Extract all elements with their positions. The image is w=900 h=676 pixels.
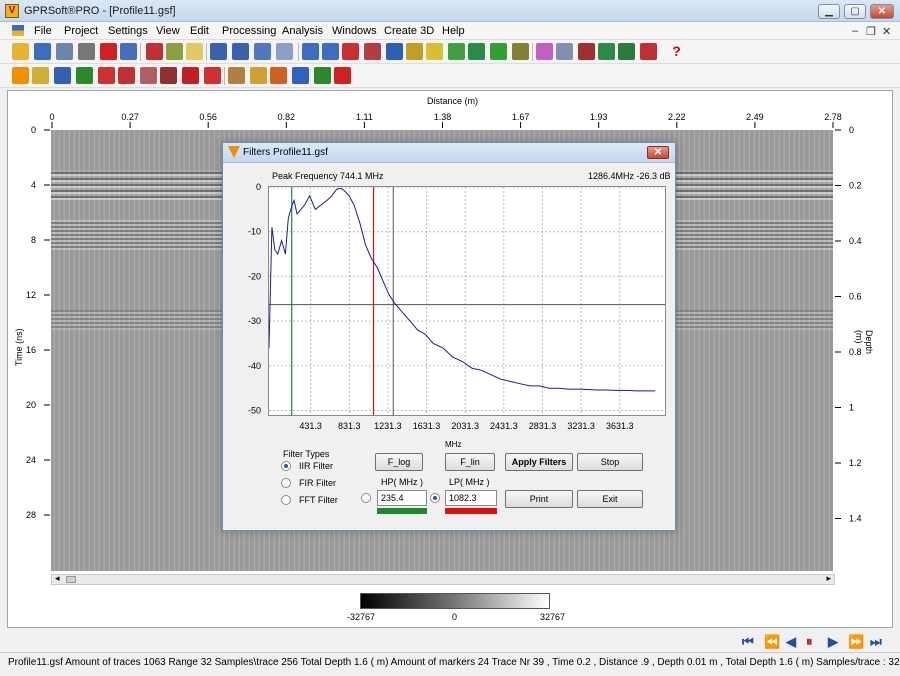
right-axis-tick-label: 0 [849, 125, 854, 135]
spectrum-axes: 0 -10 -20 -30 -40 -50 431.3 831.3 1231.3 1631.3 20… [248, 182, 634, 431]
y-tick-label: -40 [248, 361, 261, 371]
left-axis-tick-label: 16 [26, 345, 36, 355]
status-bar: Profile11.gsf Amount of traces 1063 Rang… [0, 652, 900, 676]
top-axis-tick-label: 0.56 [199, 112, 217, 122]
apply-filters-button[interactable]: Apply Filters [505, 453, 573, 471]
left-axis-tick-label: 24 [26, 455, 36, 465]
x-tick-label: 1231.3 [374, 421, 402, 431]
top-axis-tick-label: 0.27 [121, 112, 139, 122]
left-axis-tick-label: 20 [26, 400, 36, 410]
x-tick-label: 3631.3 [606, 421, 634, 431]
exit-button[interactable]: Exit [577, 490, 643, 508]
x-tick-label: 1631.3 [413, 421, 441, 431]
x-tick-label: 431.3 [299, 421, 322, 431]
x-tick-label: 2831.3 [529, 421, 557, 431]
horizontal-scrollbar[interactable]: ◂ ▸ [51, 573, 835, 585]
lp-color-bar [445, 508, 497, 514]
top-axis-tick-label: 2.49 [746, 112, 764, 122]
colorbar-min: -32767 [347, 612, 376, 622]
right-axis-tick-label: 0.2 [849, 181, 862, 191]
print-button[interactable]: Print [505, 490, 573, 508]
right-axis-tick-label: 1.4 [849, 514, 862, 524]
y-tick-label: -50 [248, 406, 261, 416]
x-tick-label: 2431.3 [490, 421, 518, 431]
top-axis-tick-label: 1.11 [356, 112, 373, 122]
right-axis-tick-label: 1 [849, 403, 854, 413]
y-tick-label: -10 [248, 227, 261, 237]
y-tick-label: -30 [248, 316, 261, 326]
right-axis-tick-label: 0.4 [849, 236, 862, 246]
top-axis-tick-label: 0 [49, 112, 54, 122]
left-axis-tick-label: 8 [31, 235, 36, 245]
first-trace-icon[interactable]: ⏮ [742, 634, 754, 650]
x-axis-unit: MHz [445, 440, 462, 449]
left-axis-tick-label: 4 [31, 180, 36, 190]
stop-button[interactable]: Stop [577, 453, 643, 471]
step-back-icon[interactable]: ◀ [786, 634, 796, 650]
scroll-thumb[interactable] [66, 576, 76, 583]
top-axis-tick-label: 0.82 [278, 112, 296, 122]
lp-value-field[interactable]: 1082.3 [445, 490, 497, 506]
left-axis-tick-label: 12 [26, 290, 36, 300]
top-axis-tick-label: 1.38 [434, 112, 452, 122]
right-axis-tick-label: 1.2 [849, 458, 862, 468]
left-axis-tick-label: 28 [26, 510, 36, 520]
f-log-button[interactable]: F_log [375, 453, 423, 471]
lp-label: LP( MHz ) [449, 477, 490, 487]
right-axis-tick-label: 0.8 [849, 347, 862, 357]
right-axis-tick-label: 0.6 [849, 292, 862, 302]
fft-filter-label: FFT Filter [299, 495, 338, 505]
colorbar-mid: 0 [452, 612, 458, 622]
top-axis-tick-label: 1.67 [512, 112, 530, 122]
hp-radio[interactable] [361, 493, 371, 503]
fast-back-icon[interactable]: ⏪ [764, 634, 780, 650]
hp-value-field[interactable]: 235.4 [377, 490, 427, 506]
play-icon[interactable]: ▶ [828, 634, 838, 650]
y-tick-label: -20 [248, 271, 261, 281]
colorbar-max: 32767 [540, 612, 566, 622]
scroll-left-icon[interactable]: ◂ [55, 573, 60, 584]
top-axis-tick-label: 2.78 [824, 112, 842, 122]
filter-types-label: Filter Types [283, 449, 330, 459]
amplitude-colorbar [360, 593, 550, 609]
scroll-right-icon[interactable]: ▸ [826, 573, 831, 584]
hp-color-bar [377, 508, 427, 514]
top-axis-tick-label: 1.93 [590, 112, 608, 122]
fft-filter-radio[interactable] [281, 495, 291, 505]
fir-filter-radio[interactable] [281, 478, 291, 488]
f-lin-button[interactable]: F_lin [445, 453, 495, 471]
hp-label: HP( MHz ) [381, 477, 423, 487]
x-tick-label: 2031.3 [451, 421, 479, 431]
fir-filter-label: FIR Filter [299, 478, 336, 488]
x-tick-label: 831.3 [338, 421, 361, 431]
iir-filter-label: IIR Filter [299, 461, 334, 471]
filters-dialog: Filters Profile11.gsf ✕ Peak Frequency 7… [222, 142, 676, 531]
left-axis-tick-label: 0 [31, 125, 36, 135]
x-tick-label: 3231.3 [567, 421, 595, 431]
pause-icon[interactable]: ⏸ [806, 634, 813, 650]
top-axis-tick-label: 2.22 [668, 112, 686, 122]
lp-radio[interactable] [430, 493, 440, 503]
fast-forward-icon[interactable]: ⏩ [848, 634, 864, 650]
last-trace-icon[interactable]: ⏭ [870, 634, 882, 650]
iir-filter-radio[interactable] [281, 461, 291, 471]
y-tick-label: 0 [256, 182, 261, 192]
